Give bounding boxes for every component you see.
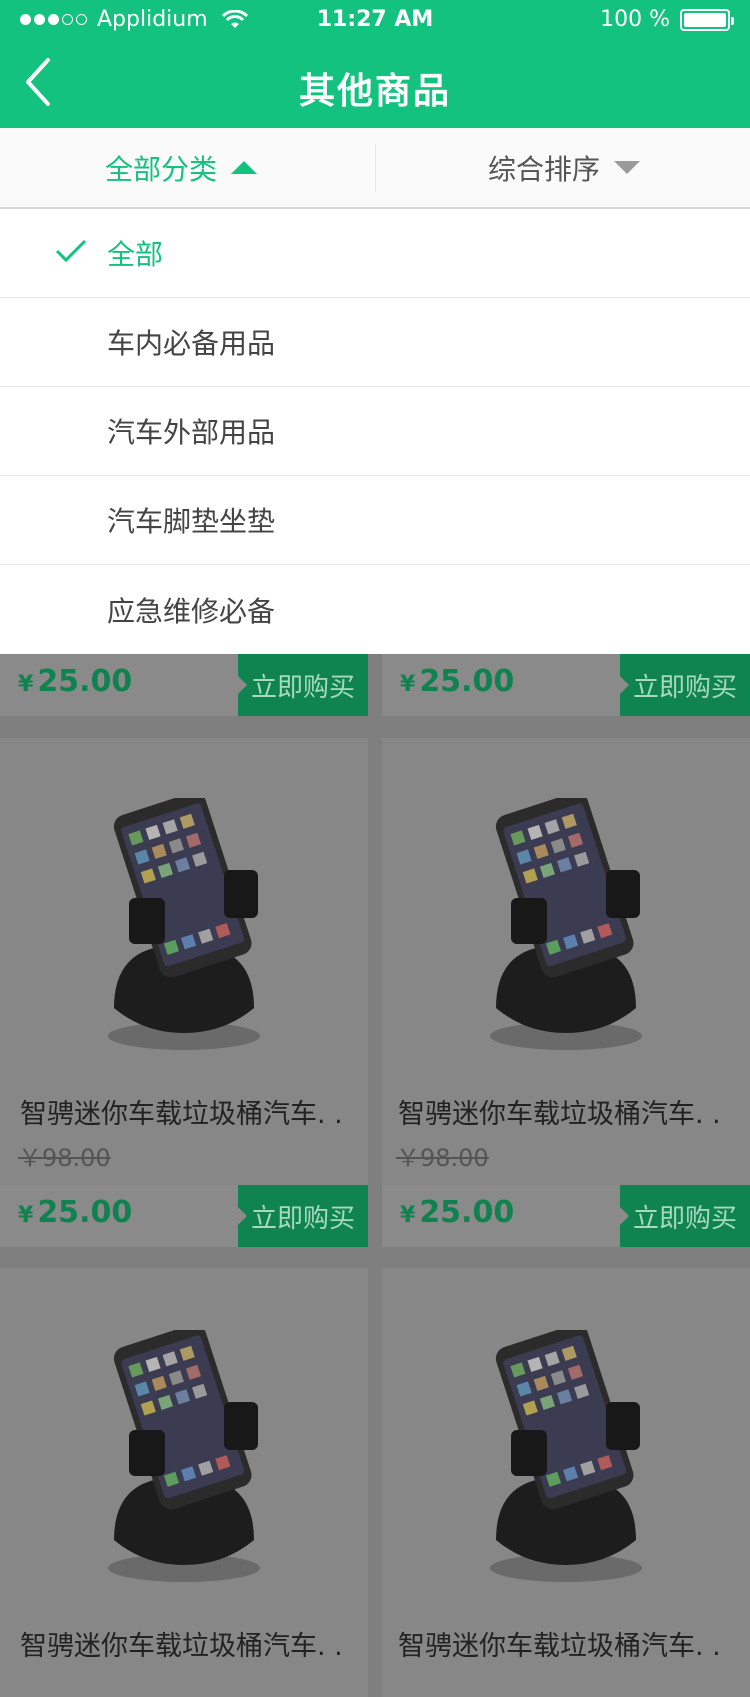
battery-icon [680, 8, 734, 31]
category-dropdown: 全部 车内必备用品 汽车外部用品 汽车脚垫坐垫 应急维修必备 [0, 209, 750, 654]
filter-bar: 全部分类 综合排序 [0, 128, 750, 209]
product-card[interactable]: 智骋迷你车载垃圾桶汽车. . ￥98.00 [0, 738, 368, 1186]
product-price: ¥25.00 [18, 1195, 133, 1230]
dropdown-item-interior[interactable]: 车内必备用品 [0, 298, 750, 387]
caret-down-icon [614, 161, 641, 174]
dropdown-item-label: 全部 [107, 238, 164, 271]
product-price: ¥25.00 [400, 1195, 515, 1230]
product-image [108, 1330, 260, 1582]
status-right: 100 % [600, 7, 734, 32]
product-price: ¥25.00 [400, 664, 515, 699]
category-filter-label: 全部分类 [105, 152, 218, 186]
navigation-bar: 其他商品 [0, 40, 750, 128]
product-card[interactable]: 智骋迷你车载垃圾桶汽车. . [0, 1268, 368, 1697]
dropdown-item-exterior[interactable]: 汽车外部用品 [0, 387, 750, 476]
product-price: ¥25.00 [18, 664, 133, 699]
buy-now-button[interactable]: 立即购买 [238, 1185, 368, 1247]
product-image [108, 798, 260, 1050]
dropdown-item-all[interactable]: 全部 [0, 209, 750, 298]
dropdown-item-label: 应急维修必备 [107, 594, 276, 628]
product-card-footer: ¥25.00 立即购买 [0, 654, 368, 716]
dropdown-item-label: 汽车外部用品 [107, 416, 276, 449]
sort-filter[interactable]: 综合排序 [488, 128, 641, 207]
product-card-footer: ¥25.00 立即购买 [382, 654, 750, 716]
page-title: 其他商品 [298, 71, 451, 112]
category-filter[interactable]: 全部分类 [105, 128, 258, 207]
product-card[interactable]: 智骋迷你车载垃圾桶汽车. . ￥98.00 [382, 738, 750, 1186]
dropdown-item-label: 车内必备用品 [107, 327, 276, 360]
dropdown-item-repair[interactable]: 应急维修必备 [0, 565, 750, 654]
product-card-footer: ¥25.00 立即购买 [382, 1185, 750, 1247]
product-name: 智骋迷你车载垃圾桶汽车. . [398, 1631, 721, 1662]
original-price: ￥98.00 [18, 1144, 111, 1172]
sort-filter-label: 综合排序 [488, 152, 601, 186]
battery-percentage: 100 % [600, 7, 670, 32]
product-name: 智骋迷你车载垃圾桶汽车. . [20, 1099, 343, 1130]
checkmark-icon [55, 239, 87, 263]
app-header: Applidium 11:27 AM 100 % 其他商品 [0, 0, 750, 128]
product-name: 智骋迷你车载垃圾桶汽车. . [20, 1631, 343, 1662]
filter-divider [375, 144, 376, 192]
product-card-footer: ¥25.00 立即购买 [0, 1185, 368, 1247]
dropdown-item-label: 汽车脚垫坐垫 [107, 505, 276, 538]
product-name: 智骋迷你车载垃圾桶汽车. . [398, 1099, 721, 1130]
original-price: ￥98.00 [396, 1144, 489, 1172]
buy-now-button[interactable]: 立即购买 [620, 654, 750, 716]
product-image [490, 1330, 642, 1582]
status-bar: Applidium 11:27 AM 100 % [0, 0, 750, 40]
buy-now-button[interactable]: 立即购买 [620, 1185, 750, 1247]
product-image [490, 798, 642, 1050]
dropdown-item-mats[interactable]: 汽车脚垫坐垫 [0, 476, 750, 565]
caret-up-icon [231, 161, 258, 174]
buy-now-button[interactable]: 立即购买 [238, 654, 368, 716]
product-card[interactable]: 智骋迷你车载垃圾桶汽车. . [382, 1268, 750, 1697]
